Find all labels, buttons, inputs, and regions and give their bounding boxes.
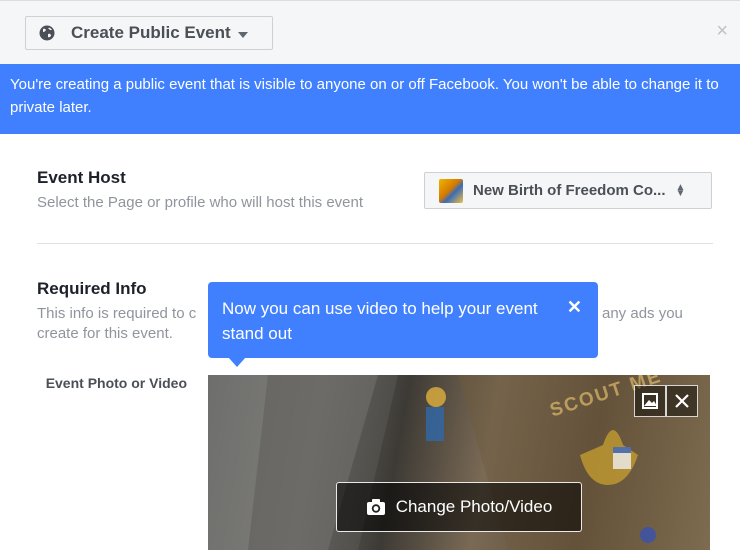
event-type-label: Create Public Event (71, 23, 231, 42)
event-photo-label: Event Photo or Video (45, 375, 187, 391)
change-photo-video-label: Change Photo/Video (395, 497, 553, 516)
caret-down-icon (237, 31, 248, 38)
notice-text: You're creating a public event that is v… (10, 76, 719, 116)
required-info-subtitle-line2: create for this event. (37, 325, 173, 342)
required-info-title: Required Info (37, 279, 147, 298)
host-name: New Birth of Freedom Co... (473, 182, 666, 199)
event-cover-photo: SCOUT ME Change Photo/Video (208, 375, 710, 550)
close-icon[interactable]: × (716, 21, 728, 41)
change-photo-video-button[interactable]: Change Photo/Video (336, 482, 582, 532)
tooltip-arrow (228, 357, 246, 367)
camera-icon (366, 499, 385, 515)
public-event-notice: You're creating a public event that is v… (0, 64, 740, 134)
event-host-subtitle: Select the Page or profile who will host… (37, 194, 364, 211)
updown-icon: ▲ ▼ (675, 181, 686, 199)
required-info-subtitle-line1: This info is required to c (37, 305, 197, 322)
event-host-select[interactable]: New Birth of Freedom Co... ▲ ▼ (424, 172, 712, 209)
tooltip-text: Now you can use video to help your event… (222, 299, 538, 343)
event-type-dropdown[interactable]: Create Public Event (25, 16, 273, 50)
globe-icon (39, 25, 55, 41)
section-divider (37, 243, 713, 244)
event-host-title: Event Host (37, 168, 126, 187)
remove-photo-icon[interactable] (666, 385, 698, 417)
host-avatar (439, 178, 463, 203)
tooltip-close-icon[interactable]: ✕ (567, 296, 582, 318)
dialog-header: Create Public Event × (0, 0, 740, 65)
photo-gallery-icon[interactable] (634, 385, 666, 417)
required-info-subtitle-tail: any ads you (602, 305, 683, 322)
video-tip-tooltip: Now you can use video to help your event… (208, 282, 598, 367)
